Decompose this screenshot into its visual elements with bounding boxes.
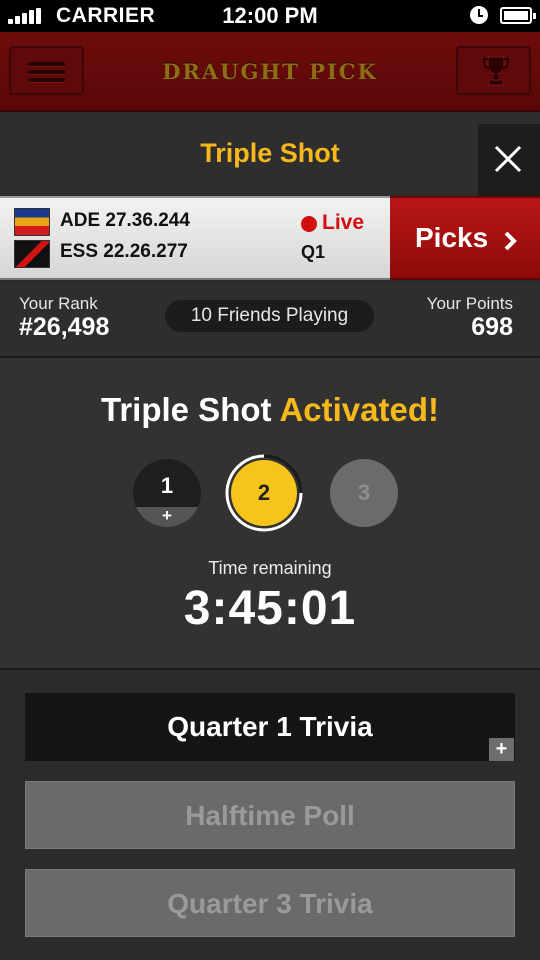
plus-icon: + bbox=[162, 506, 172, 525]
team-score-ess: ESS 22.26.277 bbox=[60, 241, 188, 262]
friends-playing-button[interactable]: 10 Friends Playing bbox=[165, 300, 374, 332]
close-button[interactable] bbox=[478, 124, 540, 196]
nav-bar: DRAUGHT PICK bbox=[0, 32, 540, 112]
team-flag-icon-ess bbox=[14, 240, 50, 268]
rank-bar: Your Rank #26,498 10 Friends Playing You… bbox=[0, 282, 540, 358]
status-bar: CARRIER 12:00 PM bbox=[0, 0, 540, 32]
activated-heading-prefix: Triple Shot bbox=[100, 391, 272, 428]
quarter-3-trivia-button[interactable]: Quarter 3 Trivia bbox=[25, 869, 515, 937]
title-bar: Triple Shot bbox=[0, 112, 540, 196]
activated-heading-accent: Activated! bbox=[279, 391, 439, 428]
team-score-ade: ADE 27.36.244 bbox=[60, 210, 190, 231]
live-indicator: Live bbox=[322, 211, 365, 234]
battery-icon bbox=[500, 7, 536, 24]
expand-plus-icon[interactable]: + bbox=[489, 738, 514, 761]
quarter-label: Q1 bbox=[301, 242, 326, 262]
activated-heading: Triple Shot Activated! bbox=[0, 391, 540, 429]
shot-indicator-1: 1 + bbox=[133, 459, 201, 527]
quarter-1-trivia-button[interactable]: Quarter 1 Trivia bbox=[25, 693, 515, 761]
status-clock: 12:00 PM bbox=[222, 3, 318, 28]
match-score-panel[interactable]: ADE 27.36.244 ESS 22.26.277 Live Q1 bbox=[0, 196, 390, 280]
picks-button-label: Picks bbox=[415, 222, 489, 253]
match-score-bar: ADE 27.36.244 ESS 22.26.277 Live Q1 Pick… bbox=[0, 196, 540, 280]
time-remaining-label: Time remaining bbox=[208, 558, 332, 578]
shot-indicator-3: 3 bbox=[330, 459, 398, 527]
chevron-right-icon bbox=[504, 231, 517, 251]
shot-number-1: 1 bbox=[160, 473, 174, 498]
time-remaining-value: 3:45:01 bbox=[183, 582, 357, 635]
points-label: Your Points bbox=[426, 294, 513, 313]
triple-shot-panel: Triple Shot Activated! 1 + 2 3 Time rema… bbox=[0, 358, 540, 670]
rank-label: Your Rank bbox=[19, 294, 98, 313]
alarm-icon bbox=[470, 6, 488, 24]
picks-button[interactable]: Picks bbox=[390, 196, 540, 280]
halftime-poll-button[interactable]: Halftime Poll bbox=[25, 781, 515, 849]
live-dot-icon bbox=[301, 216, 317, 232]
rank-value: #26,498 bbox=[19, 313, 110, 341]
trophy-button[interactable] bbox=[456, 46, 531, 95]
points-value: 698 bbox=[471, 313, 513, 341]
page-title: Triple Shot bbox=[200, 138, 340, 168]
shot-indicator-2: 2 bbox=[231, 460, 297, 526]
trophy-icon bbox=[483, 56, 509, 86]
close-icon bbox=[494, 145, 522, 173]
team-flag-icon-ade bbox=[14, 208, 50, 236]
